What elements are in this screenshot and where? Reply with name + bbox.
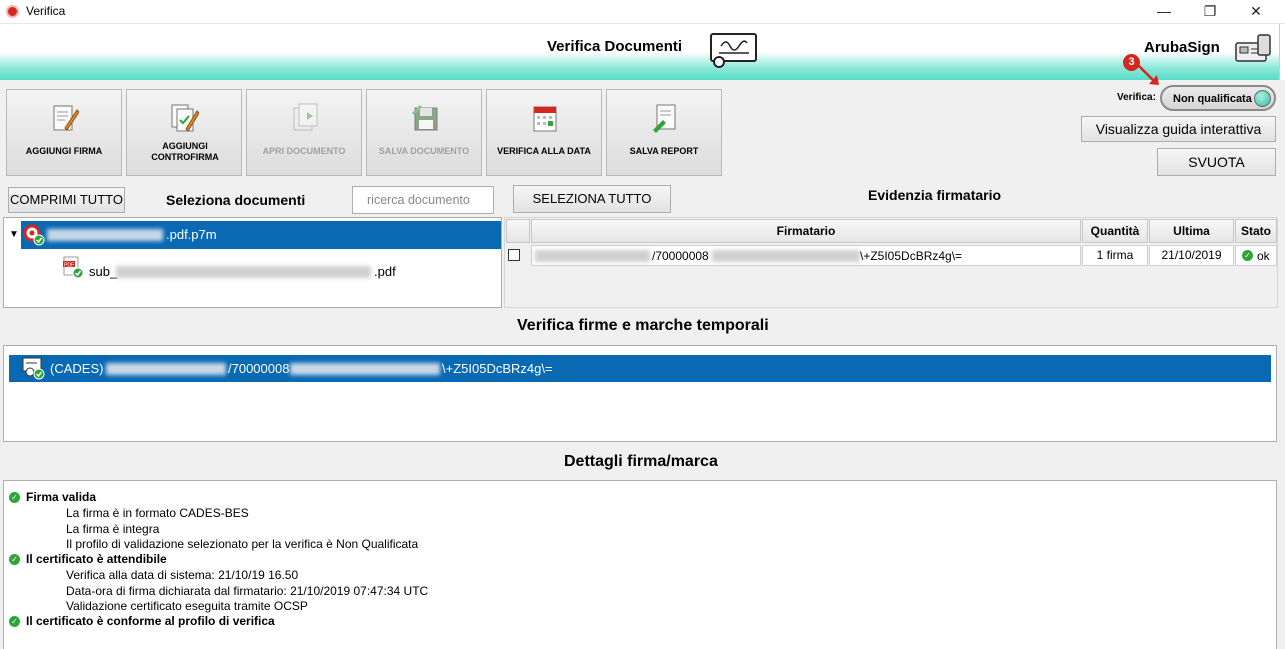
aggiungi-firma-button[interactable]: AGGIUNGI FIRMA [6,89,122,176]
column-header-stato[interactable]: Stato [1235,219,1277,243]
check-icon: ✓ [9,616,20,627]
verifica-alla-data-button[interactable]: VERIFICA ALLA DATA [486,89,602,176]
table-row[interactable] [506,245,530,266]
pen-document-icon [53,105,79,131]
signatures-list[interactable]: (CADES) /70000008 \+Z5I05DcBRz4g\= [3,345,1277,442]
details-panel: ✓ Firma valida La firma è in formato CAD… [3,480,1277,649]
redacted-name [106,363,226,375]
tree-item-p7m[interactable]: ▼ .pdf.p7m [9,221,501,249]
redacted-name [535,250,650,262]
verifica-value: Non qualificata [1173,93,1252,105]
page-title: Verifica Documenti [547,38,683,55]
detail-item: La firma è integra [66,522,160,536]
apri-documento-button[interactable]: APRI DOCUMENTO [246,89,362,176]
countersign-icon [171,104,199,132]
detail-item: Data-ora di firma dichiarata dal firmata… [66,584,429,598]
aggiungi-controfirma-button[interactable]: AGGIUNGI CONTROFIRMA [126,89,242,176]
redacted-filename [47,229,163,241]
floppy-disk-icon [411,104,438,131]
row-checkbox[interactable] [508,249,520,261]
signed-file-icon [23,224,45,246]
window-edge [1279,24,1285,80]
check-icon: ✓ [9,492,20,503]
detail-item: Verifica alla data di sistema: 21/10/19 … [66,568,299,582]
svuota-button[interactable]: SVUOTA [1157,148,1276,176]
stato-text: ok [1257,249,1270,263]
svg-text:PDF: PDF [64,263,74,269]
title-bar: Verifica — ❐ ✕ [0,0,1285,24]
detail-item: Validazione certificato eseguita tramite… [66,599,308,613]
maximize-icon[interactable]: ❐ [1187,0,1233,24]
expand-arrow-icon[interactable]: ▼ [9,229,19,240]
signature-certificate-icon [22,357,45,380]
signature-row[interactable]: (CADES) /70000008 \+Z5I05DcBRz4g\= [9,355,1271,382]
toolbar-label: AGGIUNGI FIRMA [25,146,103,156]
child-extension: .pdf [374,264,396,279]
toolbar-label: AGGIUNGI CONTROFIRMA [151,141,219,162]
search-input[interactable] [352,186,494,214]
check-icon: ✓ [1242,250,1253,261]
toolbar-label: SALVA REPORT [629,146,699,156]
toolbar-label: APRI DOCUMENTO [262,146,346,156]
cell-ultima: 21/10/2019 [1149,245,1234,266]
open-document-icon [293,103,318,131]
seleziona-tutto-button[interactable]: SELEZIONA TUTTO [513,185,671,213]
detail-heading: Il certificato è conforme al profilo di … [26,614,275,628]
column-header-quantita[interactable]: Quantità [1082,219,1148,243]
column-header-select [506,219,530,243]
details-title: Dettagli firma/marca [564,453,718,470]
comprimi-tutto-button[interactable]: COMPRIMI TUTTO [8,187,125,213]
column-header-ultima[interactable]: Ultima [1149,219,1234,243]
detail-heading: Firma valida [26,490,97,504]
smartcard-reader-icon [1235,34,1271,62]
minimize-icon[interactable]: — [1141,0,1187,24]
cell-quantita: 1 firma [1082,245,1148,266]
redacted-name [712,250,860,262]
salva-documento-button[interactable]: SALVA DOCUMENTO [366,89,482,176]
signature-type: (CADES) [50,361,104,376]
detail-item: La firma è in formato CADES-BES [66,506,249,520]
signature-hash: \+Z5I05DcBRz4g\= [442,361,553,376]
close-icon[interactable]: ✕ [1233,0,1279,24]
document-tree[interactable]: ▼ .pdf.p7m PDF sub_ .pdf [3,217,502,308]
verifica-toggle[interactable]: Non qualificata [1160,85,1276,111]
firmatario-hash: \+Z5I05DcBRz4g\= [860,249,963,263]
child-prefix: sub_ [89,264,118,279]
app-logo-icon [6,5,19,18]
file-extension: .pdf.p7m [166,227,217,242]
documents-title: Seleziona documenti [166,192,306,208]
redacted-filename [116,266,371,278]
header-banner: Verifica Documenti ArubaSign [0,24,1285,80]
signers-title: Evidenzia firmatario [868,187,1002,203]
cell-stato: ✓ ok [1235,245,1277,266]
certificate-icon [710,33,757,68]
brand-name: ArubaSign [1144,39,1220,56]
guida-interattiva-button[interactable]: Visualizza guida interattiva [1081,116,1276,142]
check-icon: ✓ [9,554,20,565]
report-icon [653,104,676,133]
redacted-name [290,363,440,375]
detail-item: Il profilo di validazione selezionato pe… [66,537,419,551]
toggle-knob-icon [1254,90,1271,107]
window-title: Verifica [26,4,66,18]
salva-report-button[interactable]: SALVA REPORT [606,89,722,176]
toolbar-label: SALVA DOCUMENTO [378,146,470,156]
pdf-file-icon: PDF [63,256,84,279]
toolbar-label: VERIFICA ALLA DATA [497,146,591,156]
signatures-title: Verifica firme e marche temporali [517,317,769,334]
annotation-arrow-icon [1137,64,1159,85]
cell-firmatario: /70000008 \+Z5I05DcBRz4g\= [531,245,1081,266]
column-header-firmatario[interactable]: Firmatario [531,219,1081,243]
calendar-icon [533,106,557,132]
signature-code: /70000008 [228,361,290,376]
detail-heading: Il certificato è attendibile [26,552,167,566]
verifica-label: Verifica: [1117,92,1156,103]
firmatario-code: /70000008 [652,249,709,263]
